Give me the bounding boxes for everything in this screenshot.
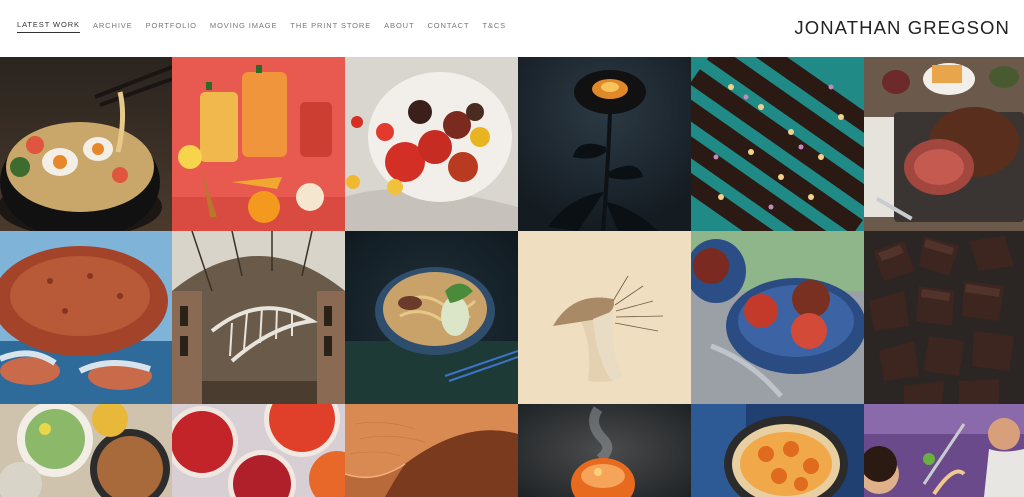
nav-tcs[interactable]: T&CS — [482, 21, 506, 33]
noodle-bowl-photo[interactable] — [345, 231, 518, 404]
crab-photo[interactable] — [0, 231, 172, 404]
tart-dish-photo[interactable] — [691, 404, 864, 497]
steaming-dish-photo[interactable] — [518, 404, 691, 497]
nav-about[interactable]: ABOUT — [384, 21, 414, 33]
roast-beef-photo[interactable] — [864, 57, 1024, 231]
nav-print-store[interactable]: THE PRINT STORE — [290, 21, 371, 33]
salad-spread-photo[interactable] — [0, 404, 172, 497]
sorbet-bowl-photo[interactable] — [691, 231, 864, 404]
nav-contact[interactable]: CONTACT — [427, 21, 469, 33]
site-header: LATEST WORK ARCHIVE PORTFOLIO MOVING IMA… — [0, 0, 1024, 57]
mushroom-acupuncture-photo[interactable] — [518, 231, 691, 404]
tomatoes-plate-photo[interactable] — [345, 57, 518, 231]
dark-flower-photo[interactable] — [518, 57, 691, 231]
sand-dune-photo[interactable] — [345, 404, 518, 497]
main-nav: LATEST WORK ARCHIVE PORTFOLIO MOVING IMA… — [17, 20, 519, 33]
ramen-bowl-photo[interactable] — [0, 57, 172, 231]
chocolate-pieces-photo[interactable] — [864, 231, 1024, 404]
chocolate-bark-photo[interactable] — [691, 57, 864, 231]
nav-latest-work[interactable]: LATEST WORK — [17, 20, 80, 33]
family-cooking-photo[interactable] — [864, 404, 1024, 497]
nav-moving-image[interactable]: MOVING IMAGE — [210, 21, 277, 33]
tea-glasses-photo[interactable] — [172, 57, 345, 231]
nav-archive[interactable]: ARCHIVE — [93, 21, 133, 33]
nav-portfolio[interactable]: PORTFOLIO — [146, 21, 197, 33]
site-title[interactable]: JONATHAN GREGSON — [794, 17, 1010, 39]
gallery-grid — [0, 57, 1024, 497]
museum-skeleton-photo[interactable] — [172, 231, 345, 404]
blood-orange-photo[interactable] — [172, 404, 345, 497]
